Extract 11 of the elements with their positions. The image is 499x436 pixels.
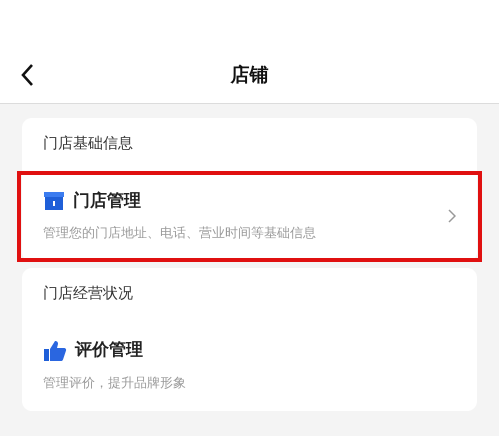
page-title: 店铺 [230,62,268,88]
item-title: 评价管理 [75,339,143,362]
menu-item[interactable]: 评价管理 管理评价，提升品牌形象 [22,320,477,411]
item-description: 管理评价，提升品牌形象 [43,374,187,392]
item-description: 管理您的门店地址、电话、营业时间等基础信息 [43,225,317,243]
item-title: 门店管理 [73,190,141,212]
thumbs-up-icon [43,340,67,362]
menu-item[interactable]: 门店管理 管理您的门店地址、电话、营业时间等基础信息 [17,170,482,262]
section-title: 门店经营状况 [42,282,134,304]
section-title: 门店基础信息 [42,133,134,154]
store-icon [43,191,65,212]
